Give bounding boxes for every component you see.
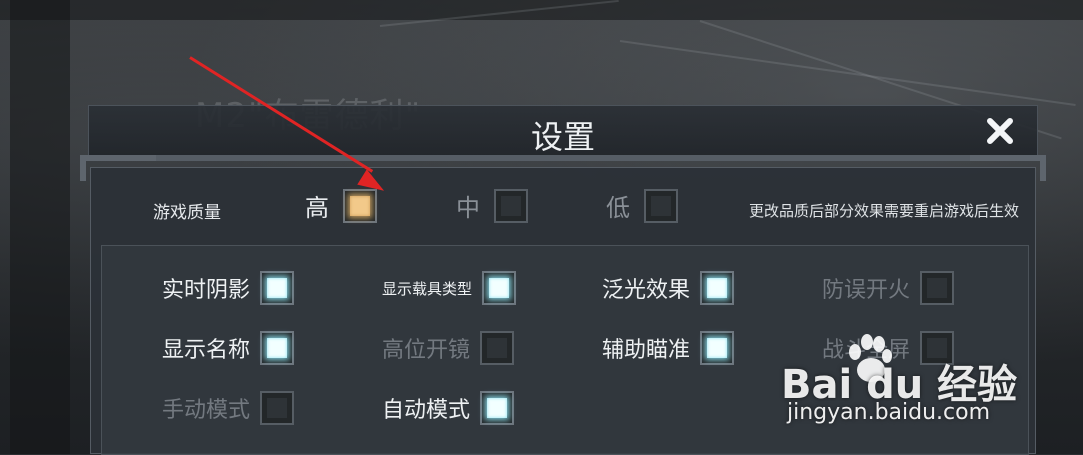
option-bloom-effect[interactable]: 泛光效果	[602, 271, 735, 305]
option-prevent-misfire[interactable]: 防误开火	[822, 271, 955, 305]
option-checkbox[interactable]	[482, 271, 517, 305]
option-label: 显示名称	[162, 338, 251, 363]
background-pillar	[10, 0, 70, 454]
option-checkbox[interactable]	[480, 331, 515, 365]
quality-option-low[interactable]: 低	[606, 188, 678, 223]
option-manual-mode[interactable]: 手动模式	[162, 391, 295, 425]
quality-option-label: 中	[456, 194, 480, 222]
quality-row: 游戏质量 高 中 低 更改品质后部分效果需要重启游戏后生效	[153, 176, 1033, 236]
option-auto-mode[interactable]: 自动模式	[382, 391, 515, 425]
option-label: 泛光效果	[602, 278, 691, 303]
option-label: 实时阴影	[162, 278, 251, 303]
quality-option-label: 高	[305, 194, 329, 222]
option-high-scope[interactable]: 高位开镜	[382, 331, 515, 365]
option-checkbox[interactable]	[700, 331, 735, 365]
quality-radio[interactable]	[644, 188, 678, 223]
close-button[interactable]	[983, 112, 1017, 150]
option-label: 防误开火	[822, 278, 911, 303]
option-label: 手动模式	[162, 398, 251, 423]
option-checkbox[interactable]	[480, 391, 515, 425]
option-checkbox[interactable]	[260, 271, 295, 305]
quality-option-medium[interactable]: 中	[456, 188, 528, 223]
option-checkbox[interactable]	[920, 271, 955, 305]
option-aim-assist[interactable]: 辅助瞄准	[602, 331, 735, 365]
option-checkbox[interactable]	[260, 331, 295, 365]
option-label: 自动模式	[382, 398, 471, 423]
option-label: 高位开镜	[382, 338, 471, 363]
dialog-title: 设置	[530, 118, 595, 156]
quality-label: 游戏质量	[153, 203, 221, 223]
quality-option-label: 低	[606, 194, 630, 222]
quality-option-high[interactable]: 高	[305, 188, 377, 223]
option-checkbox[interactable]	[260, 391, 295, 425]
option-label: 辅助瞄准	[602, 338, 691, 363]
option-show-vehicle-type[interactable]: 显示载具类型	[382, 271, 517, 305]
dialog-titlebar: 设置	[88, 105, 1038, 160]
close-icon	[987, 118, 1013, 144]
watermark-url: jingyan.baidu.com	[787, 400, 991, 425]
option-label: 显示载具类型	[382, 279, 473, 298]
quality-radio[interactable]	[494, 188, 528, 223]
option-checkbox[interactable]	[700, 271, 735, 305]
option-show-name[interactable]: 显示名称	[162, 331, 295, 365]
option-realtime-shadow[interactable]: 实时阴影	[162, 271, 295, 305]
baidu-watermark: Bai du 经验 jingyan.baidu.com	[781, 334, 1021, 434]
quality-restart-note: 更改品质后部分效果需要重启游戏后生效	[748, 202, 1019, 220]
